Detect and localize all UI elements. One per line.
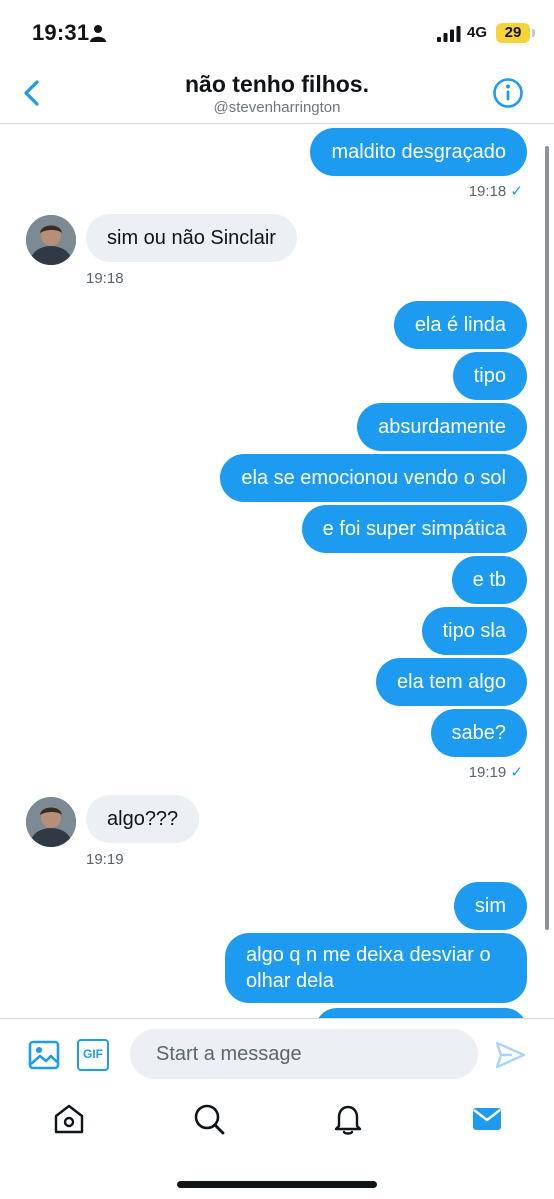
avatar-photo bbox=[26, 215, 76, 265]
home-icon[interactable] bbox=[52, 1102, 86, 1136]
message-bubble-outgoing[interactable]: e foi super simpática bbox=[301, 505, 527, 553]
scrollbar[interactable] bbox=[545, 146, 549, 930]
mail-icon[interactable] bbox=[470, 1102, 504, 1136]
person-icon bbox=[90, 25, 106, 42]
status-time: 19:31 bbox=[32, 20, 90, 45]
message-timestamp: 19:19 ✓ bbox=[469, 763, 523, 781]
message-input[interactable] bbox=[130, 1029, 478, 1079]
message-bubble-outgoing[interactable]: sim bbox=[453, 882, 527, 930]
image-icon[interactable] bbox=[28, 1039, 60, 1071]
message-bubble-outgoing[interactable]: ela se emocionou vendo o sol bbox=[220, 454, 527, 502]
message-timestamp: 19:18 bbox=[86, 270, 124, 287]
timestamp-text: 19:19 bbox=[468, 764, 507, 781]
message-bubble-outgoing[interactable]: tipo bbox=[452, 352, 527, 400]
message-timestamp: 19:19 bbox=[86, 851, 124, 868]
status-bar: 19:31 4G 29 bbox=[0, 0, 554, 62]
message-bubble-outgoing[interactable]: e tb bbox=[451, 556, 527, 604]
network-label: 4G bbox=[467, 24, 488, 41]
search-icon[interactable] bbox=[192, 1102, 226, 1136]
timestamp-text: 19:18 bbox=[468, 183, 507, 200]
message-bubble-outgoing[interactable]: algo q n me deixa desviar o olhar dela bbox=[225, 933, 527, 1003]
message-bubble-outgoing[interactable]: ela é linda bbox=[393, 301, 527, 349]
conversation-title: não tenho filhos. bbox=[185, 71, 369, 97]
conversation-handle: @stevenharrington bbox=[213, 99, 341, 116]
message-composer: GIF bbox=[0, 1018, 554, 1090]
avatar[interactable] bbox=[26, 797, 76, 847]
message-bubble-outgoing[interactable]: sabe? bbox=[430, 709, 527, 757]
message-thread[interactable]: maldito desgraçado 19:18 ✓ sim ou não Si… bbox=[0, 124, 554, 1018]
sent-check-icon: ✓ bbox=[510, 183, 523, 200]
bell-icon[interactable] bbox=[331, 1102, 365, 1136]
info-icon[interactable] bbox=[492, 77, 524, 109]
gif-icon[interactable]: GIF bbox=[77, 1039, 109, 1071]
sent-check-icon: ✓ bbox=[510, 764, 523, 781]
message-bubble-outgoing[interactable]: maldito desgraçado bbox=[310, 128, 527, 176]
conversation-header: não tenho filhos. @stevenharrington bbox=[0, 62, 554, 124]
battery-icon: 29 bbox=[496, 23, 530, 43]
message-bubble-outgoing-partial[interactable] bbox=[315, 1008, 527, 1018]
message-bubble-outgoing[interactable]: tipo sla bbox=[421, 607, 527, 655]
message-bubble-outgoing[interactable]: absurdamente bbox=[357, 403, 527, 451]
back-arrow-icon[interactable] bbox=[20, 78, 44, 108]
send-icon[interactable] bbox=[494, 1039, 526, 1071]
message-timestamp: 19:18 ✓ bbox=[469, 182, 523, 200]
battery-cap bbox=[532, 29, 535, 37]
conversation-title-block[interactable]: não tenho filhos. @stevenharrington bbox=[100, 70, 454, 118]
avatar-photo bbox=[26, 797, 76, 847]
message-bubble-incoming[interactable]: algo??? bbox=[86, 795, 200, 843]
home-indicator bbox=[177, 1181, 377, 1188]
avatar[interactable] bbox=[26, 215, 76, 265]
signal-icon bbox=[437, 26, 461, 42]
message-bubble-outgoing[interactable]: ela tem algo bbox=[376, 658, 527, 706]
message-bubble-incoming[interactable]: sim ou não Sinclair bbox=[86, 214, 297, 262]
